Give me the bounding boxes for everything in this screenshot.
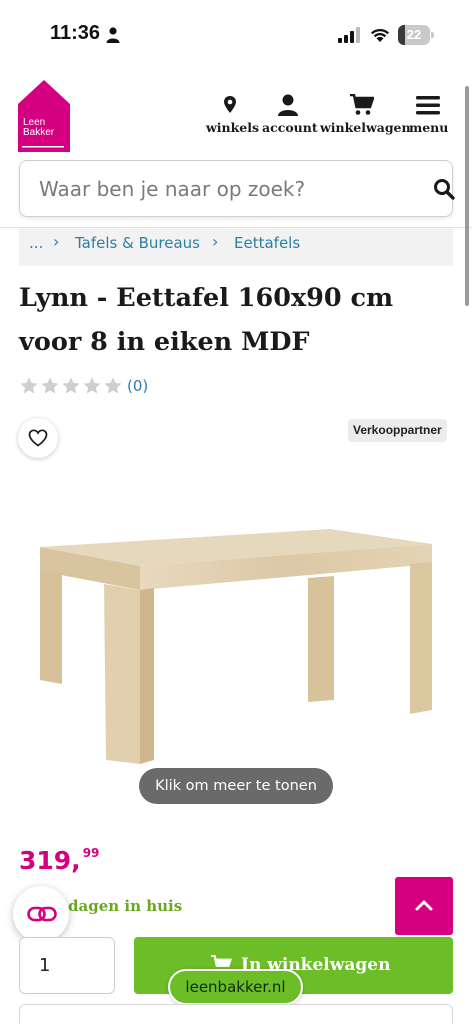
leen-bakker-logo[interactable]: Leen Bakker bbox=[18, 80, 70, 152]
nav-label-account: account bbox=[262, 120, 318, 135]
star-icon bbox=[83, 377, 101, 394]
show-more-button[interactable]: Klik om meer te tonen bbox=[139, 768, 333, 804]
breadcrumb-tafels-bureaus[interactable]: Tafels & Bureaus bbox=[75, 234, 200, 252]
hamburger-menu-icon bbox=[416, 96, 440, 115]
quantity-input[interactable]: 1 bbox=[19, 937, 115, 994]
location-pin-icon bbox=[224, 96, 236, 113]
wifi-icon bbox=[371, 28, 389, 42]
price-main: 319, bbox=[19, 846, 81, 875]
battery-level: 22 bbox=[406, 27, 422, 42]
nav-label-winkels: winkels bbox=[206, 120, 259, 135]
search-icon[interactable] bbox=[433, 178, 455, 200]
status-bar: 11:36 22 bbox=[0, 0, 472, 72]
nav-label-menu: menu bbox=[409, 120, 449, 135]
logo-line-2: Bakker bbox=[23, 127, 55, 138]
delivery-info: dagen in huis bbox=[68, 897, 183, 915]
battery-indicator: 22 bbox=[398, 25, 434, 45]
breadcrumb-eettafels[interactable]: Eettafels bbox=[234, 234, 300, 252]
logo-wordmark: Leen Bakker bbox=[23, 118, 54, 138]
person-icon bbox=[106, 27, 120, 43]
product-title-line-1: Lynn - Eettafel 160x90 cm bbox=[19, 283, 394, 313]
status-time: 11:36 bbox=[50, 22, 101, 44]
chevron-right-icon: › bbox=[212, 232, 219, 251]
chat-widget-button[interactable] bbox=[13, 886, 69, 942]
user-icon bbox=[278, 94, 298, 116]
breadcrumb: ... › Tafels & Bureaus › Eettafels bbox=[19, 228, 453, 266]
star-icon bbox=[41, 377, 59, 394]
price-cents: 99 bbox=[82, 846, 100, 860]
product-title: Lynn - Eettafel 160x90 cm voor 8 in eike… bbox=[19, 276, 449, 364]
product-title-line-2: voor 8 in eiken MDF bbox=[19, 327, 310, 357]
seller-badge: Verkooppartner bbox=[348, 419, 447, 442]
nav-menu[interactable]: menu bbox=[409, 94, 449, 144]
chevron-right-icon: › bbox=[53, 232, 60, 251]
favorite-button[interactable] bbox=[18, 418, 58, 458]
product-price: 319, 99 bbox=[19, 846, 99, 875]
star-icon bbox=[20, 377, 38, 394]
nav-account[interactable]: account bbox=[262, 94, 318, 144]
heart-icon bbox=[28, 429, 48, 447]
scroll-to-top-button[interactable] bbox=[395, 877, 453, 935]
star-icon bbox=[104, 377, 122, 394]
cart-icon bbox=[350, 94, 374, 115]
nav-winkels[interactable]: winkels bbox=[206, 94, 259, 144]
chevron-up-icon bbox=[415, 900, 433, 911]
next-section-card bbox=[19, 1004, 453, 1024]
search-input[interactable] bbox=[39, 161, 409, 216]
nav-winkelwagen[interactable]: winkelwagen bbox=[320, 94, 411, 144]
breadcrumb-ellipsis[interactable]: ... bbox=[29, 234, 43, 252]
search-bar bbox=[19, 160, 455, 217]
chat-link-icon bbox=[27, 906, 57, 922]
browser-url-pill[interactable]: leenbakker.nl bbox=[168, 969, 303, 1005]
scrollbar[interactable] bbox=[465, 86, 469, 306]
star-icon bbox=[62, 377, 80, 394]
nav-label-winkelwagen: winkelwagen bbox=[320, 120, 411, 135]
rating-stars[interactable] bbox=[19, 376, 124, 398]
review-count-link[interactable]: (0) bbox=[127, 377, 148, 395]
product-image[interactable] bbox=[30, 520, 442, 770]
logo-house-icon bbox=[18, 80, 70, 152]
cellular-signal-icon bbox=[338, 27, 360, 43]
